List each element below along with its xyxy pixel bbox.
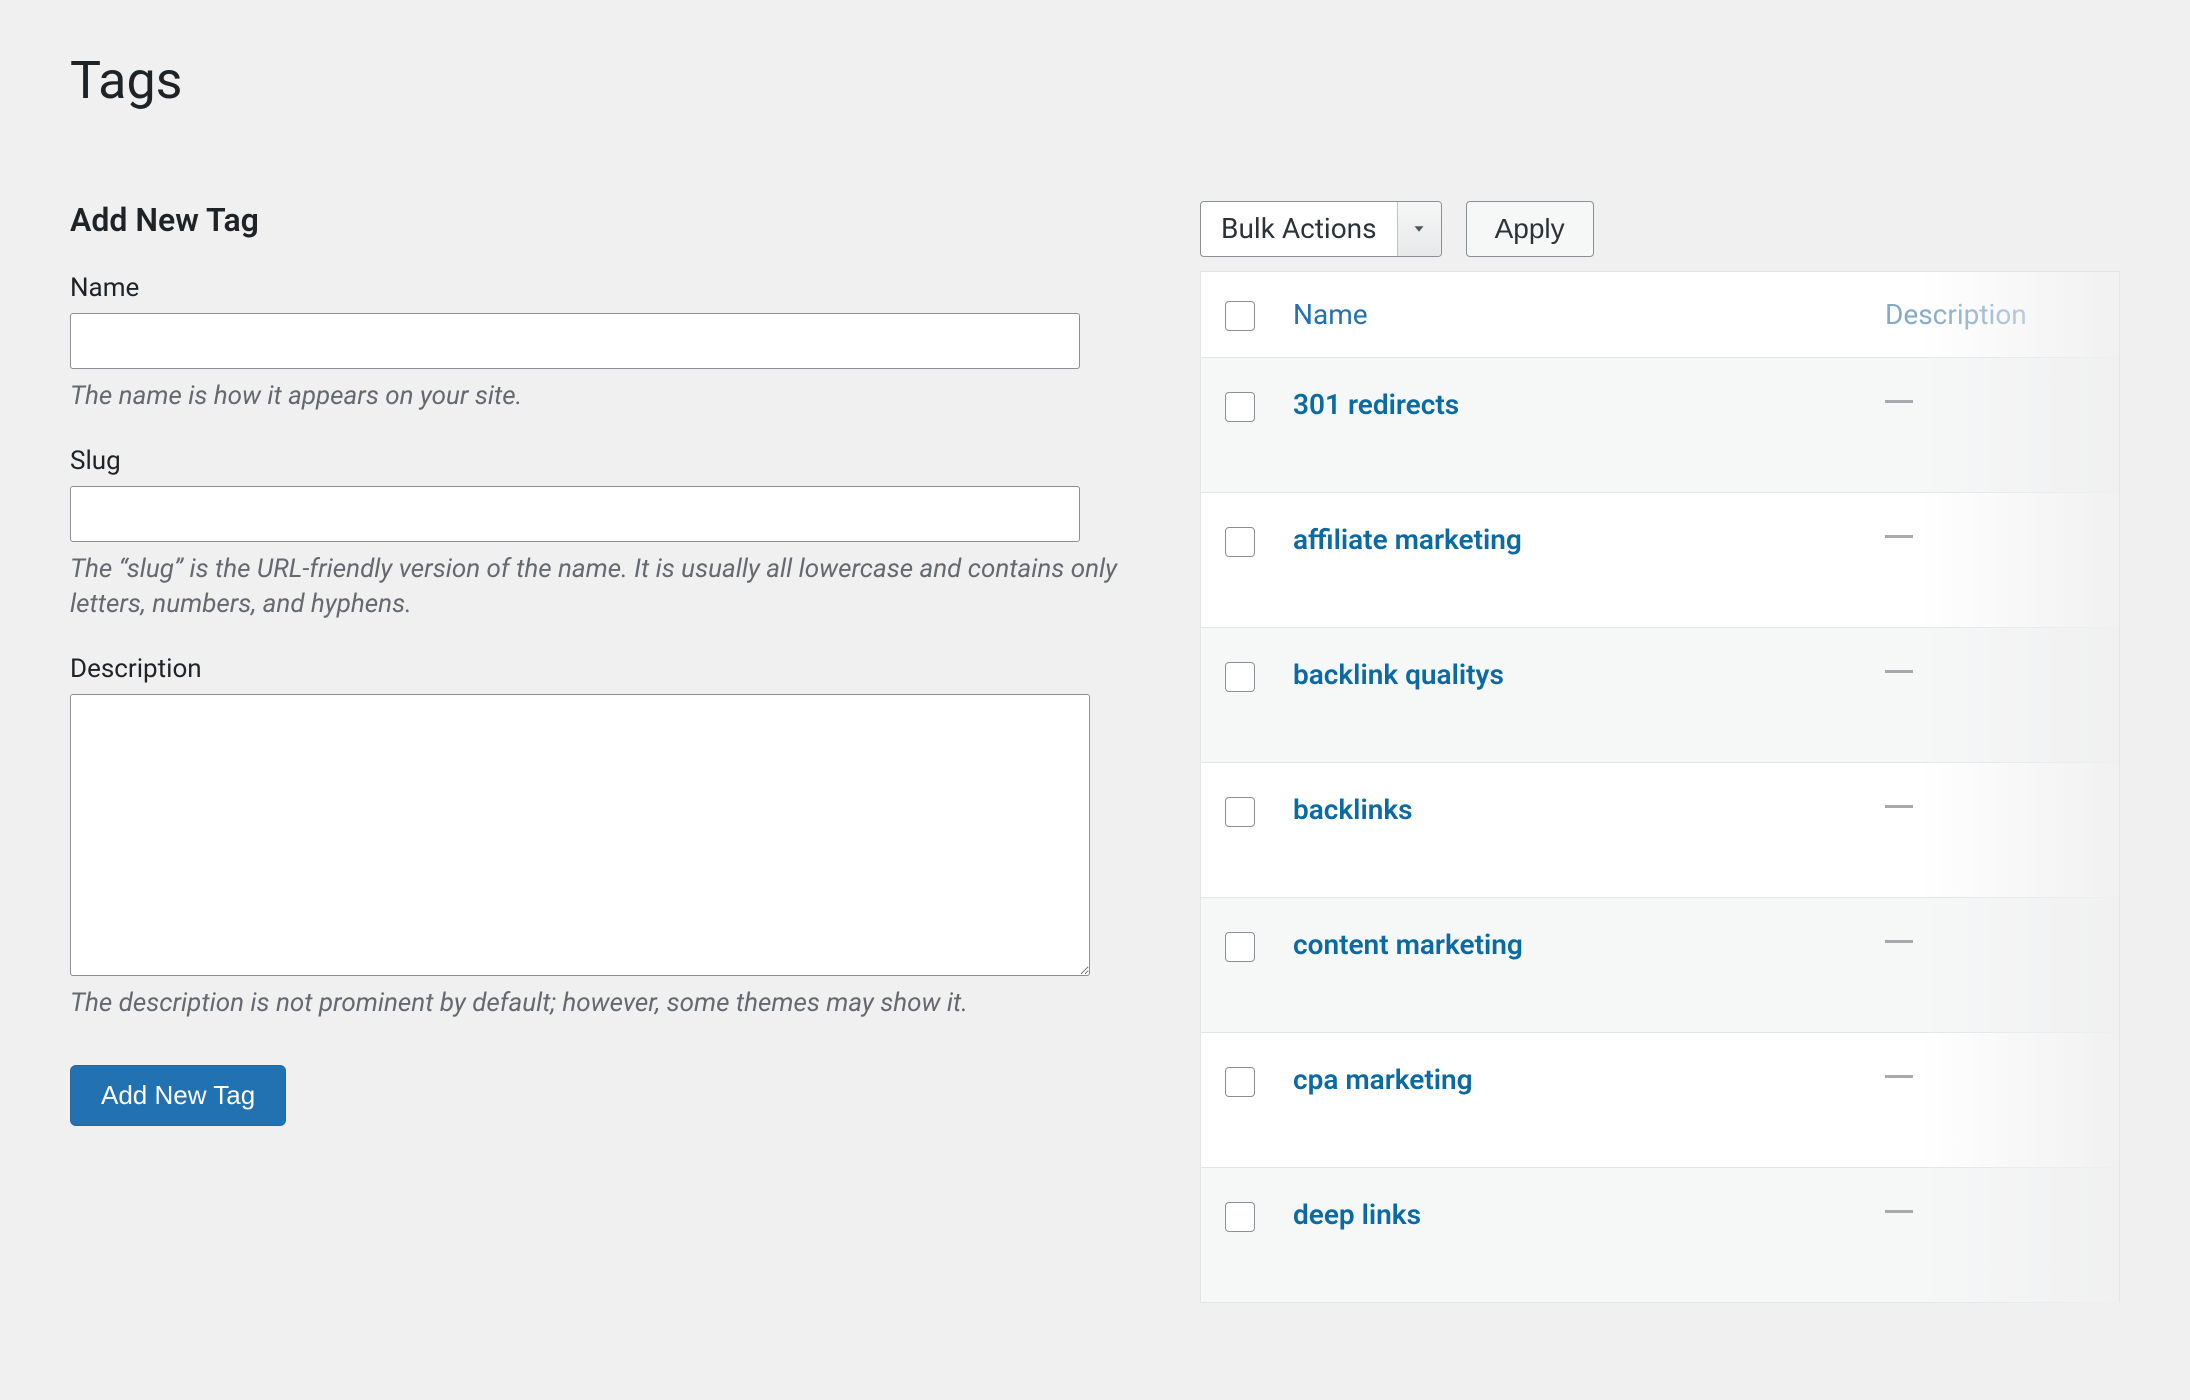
name-input[interactable] — [70, 313, 1080, 369]
tag-name-link[interactable]: affiliate marketing — [1293, 523, 1522, 556]
row-checkbox[interactable] — [1225, 1202, 1255, 1232]
apply-button[interactable]: Apply — [1466, 201, 1594, 257]
description-input[interactable] — [70, 694, 1090, 976]
slug-input[interactable] — [70, 486, 1080, 542]
slug-hint: The “slug” is the URL-friendly version o… — [70, 552, 1140, 622]
row-checkbox[interactable] — [1225, 797, 1255, 827]
table-row: 301 redirects — [1201, 358, 2119, 493]
description-label: Description — [70, 654, 1140, 684]
table-row: deep links — [1201, 1168, 2119, 1303]
page-title: Tags — [70, 50, 2120, 111]
empty-description-dash — [1885, 535, 1913, 538]
select-all-checkbox[interactable] — [1225, 301, 1255, 331]
row-checkbox[interactable] — [1225, 932, 1255, 962]
tags-table: Name Description 301 redirects affiliate … — [1200, 271, 2120, 1303]
column-header-name[interactable]: Name — [1293, 298, 1368, 331]
empty-description-dash — [1885, 1075, 1913, 1078]
row-checkbox[interactable] — [1225, 527, 1255, 557]
tag-name-link[interactable]: content marketing — [1293, 928, 1523, 961]
form-heading: Add New Tag — [70, 201, 1140, 239]
name-label: Name — [70, 273, 1140, 303]
empty-description-dash — [1885, 940, 1913, 943]
add-new-tag-button[interactable]: Add New Tag — [70, 1065, 286, 1126]
chevron-down-icon — [1397, 202, 1441, 256]
tag-name-link[interactable]: cpa marketing — [1293, 1063, 1473, 1096]
table-row: backlinks — [1201, 763, 2119, 898]
row-checkbox[interactable] — [1225, 392, 1255, 422]
empty-description-dash — [1885, 1210, 1913, 1213]
name-hint: The name is how it appears on your site. — [70, 379, 1140, 414]
column-header-description[interactable]: Description — [1885, 298, 2027, 331]
bulk-actions-selected: Bulk Actions — [1201, 202, 1397, 256]
table-row: affiliate marketing — [1201, 493, 2119, 628]
add-tag-form: Add New Tag Name The name is how it appe… — [70, 201, 1140, 1303]
empty-description-dash — [1885, 400, 1913, 403]
row-checkbox[interactable] — [1225, 662, 1255, 692]
tag-name-link[interactable]: 301 redirects — [1293, 388, 1459, 421]
description-hint: The description is not prominent by defa… — [70, 986, 1140, 1021]
slug-label: Slug — [70, 446, 1140, 476]
table-row: cpa marketing — [1201, 1033, 2119, 1168]
tag-name-link[interactable]: deep links — [1293, 1198, 1421, 1231]
tag-name-link[interactable]: backlinks — [1293, 793, 1413, 826]
table-row: content marketing — [1201, 898, 2119, 1033]
table-header-row: Name Description — [1201, 272, 2119, 358]
table-row: backlink qualitys — [1201, 628, 2119, 763]
empty-description-dash — [1885, 805, 1913, 808]
empty-description-dash — [1885, 670, 1913, 673]
row-checkbox[interactable] — [1225, 1067, 1255, 1097]
tag-name-link[interactable]: backlink qualitys — [1293, 658, 1504, 691]
bulk-actions-select[interactable]: Bulk Actions — [1200, 201, 1442, 257]
